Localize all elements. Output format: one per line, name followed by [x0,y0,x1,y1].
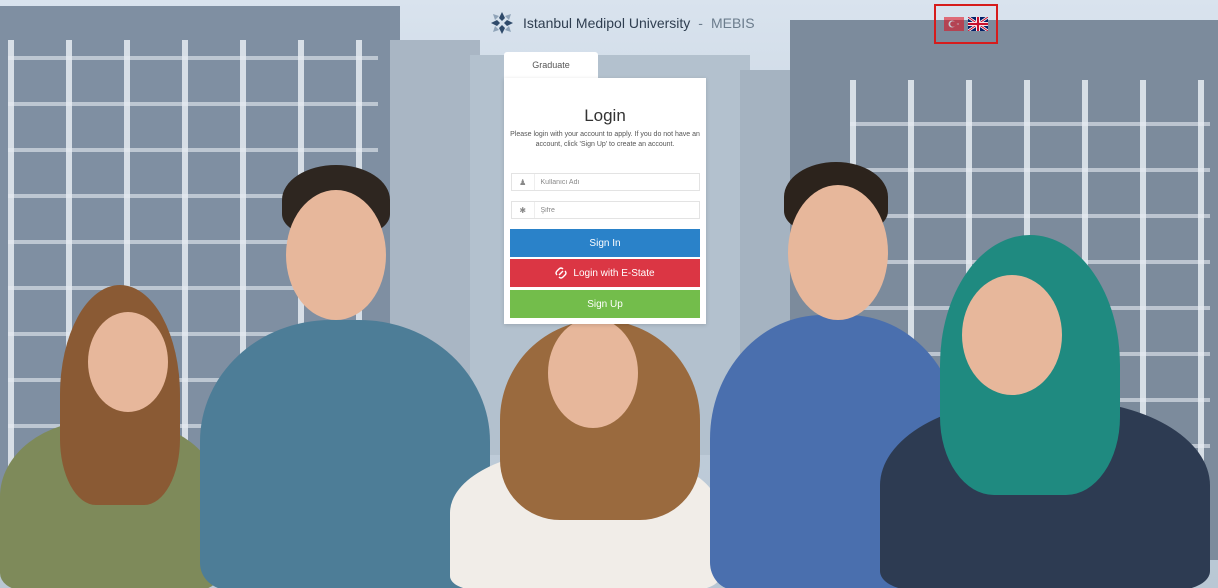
tab-graduate[interactable]: Graduate [504,52,598,78]
sign-in-button[interactable]: Sign In [510,229,700,257]
uk-flag-icon[interactable] [968,17,988,31]
header: Istanbul Medipol University - MEBIS [0,0,1218,46]
university-logo-icon [491,12,513,34]
username-field-wrapper: ♟ [511,173,700,191]
sign-up-button[interactable]: Sign Up [510,290,700,318]
brand-separator: - [698,15,703,31]
asterisk-icon: ✱ [512,202,535,218]
student-4-face [788,185,888,320]
sign-in-label: Sign In [589,237,621,249]
user-icon: ♟ [512,174,535,190]
login-title: Login [584,106,626,125]
login-card: Login Please login with your account to … [504,78,706,324]
password-input[interactable] [534,205,699,215]
login-e-state-button[interactable]: Login with E-State [510,259,700,287]
student-2 [200,320,490,588]
turkish-flag-icon[interactable] [944,17,964,31]
e-state-label: Login with E-State [573,267,655,279]
student-1-face [88,312,168,412]
university-name: Istanbul Medipol University [523,15,691,31]
sign-up-label: Sign Up [587,298,623,310]
student-2-face [286,190,386,320]
system-name: MEBIS [710,15,755,31]
password-field-wrapper: ✱ [511,201,700,219]
username-input[interactable] [534,177,699,187]
brand: Istanbul Medipol University - MEBIS [489,10,755,36]
student-3-face [548,318,638,428]
student-5-face [962,275,1062,395]
login-description: Please login with your account to apply.… [510,131,700,148]
language-selector [934,4,998,44]
e-state-link-icon [555,267,568,279]
